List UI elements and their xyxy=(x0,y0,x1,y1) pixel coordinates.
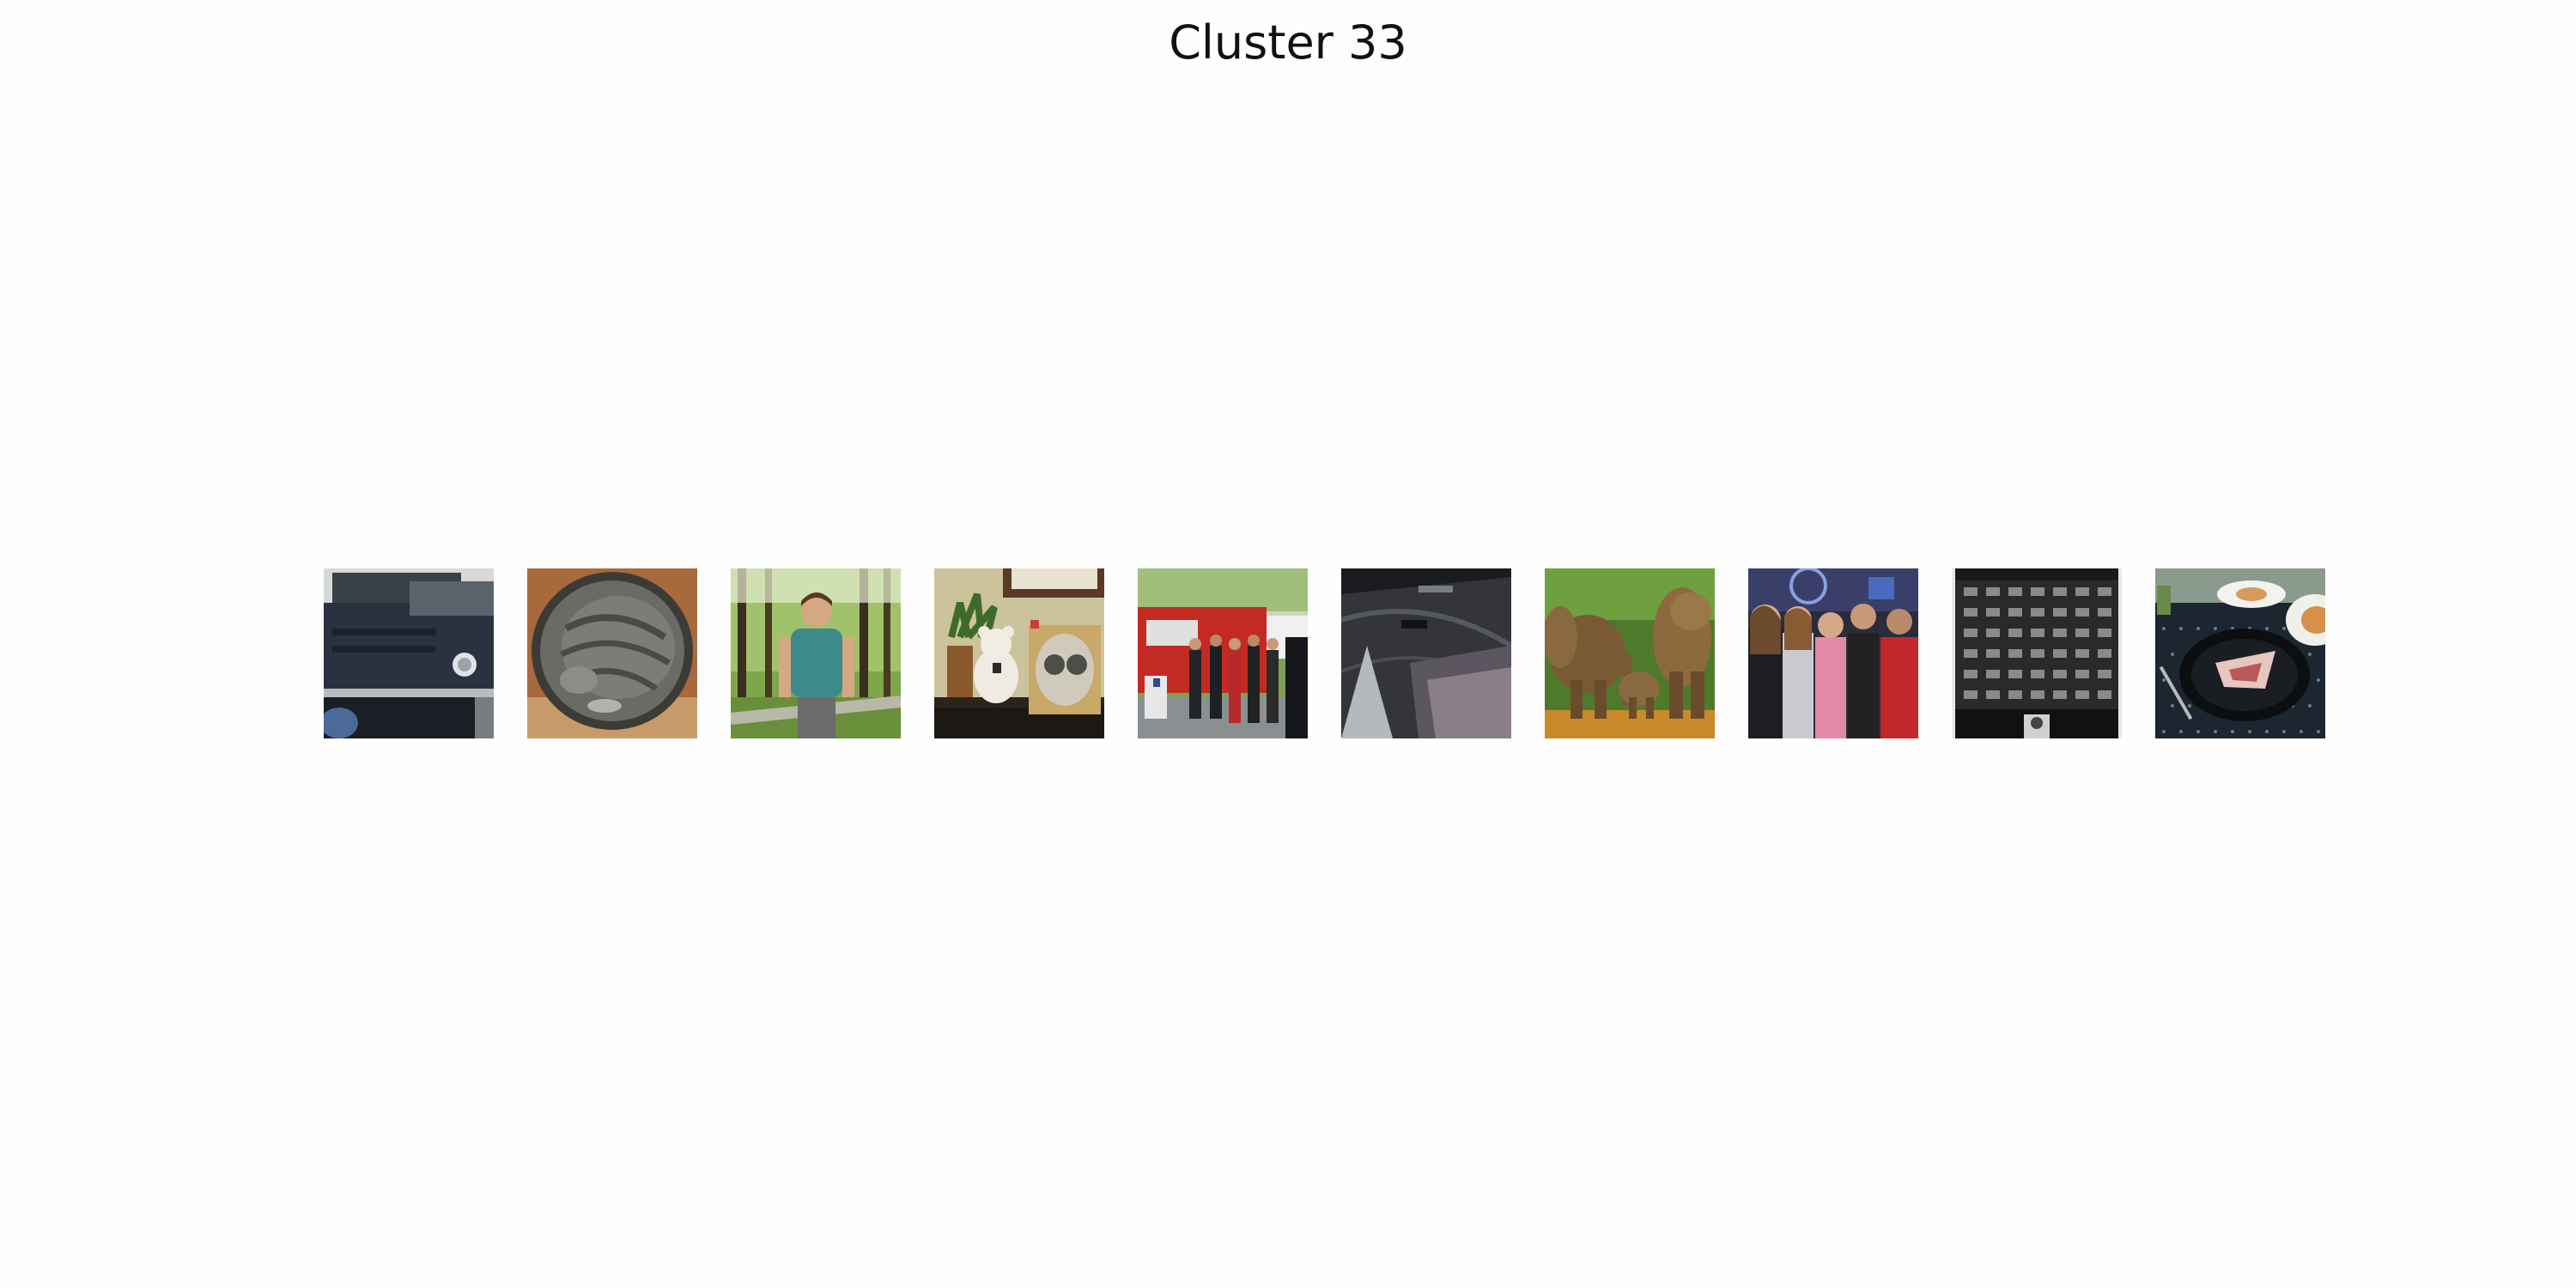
thumbnail-sleeping-cat-photo xyxy=(527,568,697,738)
thumbnail-crowd-photo xyxy=(1748,568,1918,738)
thumbnail-jeep-photo xyxy=(324,568,494,738)
crowd-image xyxy=(1748,568,1918,738)
person-image xyxy=(731,568,901,738)
thumbnail-dinner-plate-photo xyxy=(2155,568,2325,738)
thumbnail-car-interior-photo xyxy=(1341,568,1511,738)
thumbnail-teddy-bear-and-frame-photo xyxy=(934,568,1104,738)
building-image xyxy=(1952,568,2122,738)
car-interior-image xyxy=(1341,568,1511,738)
food-truck-image xyxy=(1138,568,1308,738)
thumbnail-person-in-forest-photo xyxy=(731,568,901,738)
thumbnail-elephants-photo xyxy=(1545,568,1715,738)
dinner-image xyxy=(2155,568,2325,738)
cat-image xyxy=(527,568,697,738)
teddy-image xyxy=(934,568,1104,738)
jeep-image xyxy=(324,568,494,738)
thumbnail-food-truck-photo xyxy=(1138,568,1308,738)
figure-canvas: Cluster 33 xyxy=(0,0,2576,1288)
figure-title: Cluster 33 xyxy=(1169,15,1407,70)
thumbnail-building-facade-photo xyxy=(1952,568,2122,738)
elephants-image xyxy=(1545,568,1715,738)
